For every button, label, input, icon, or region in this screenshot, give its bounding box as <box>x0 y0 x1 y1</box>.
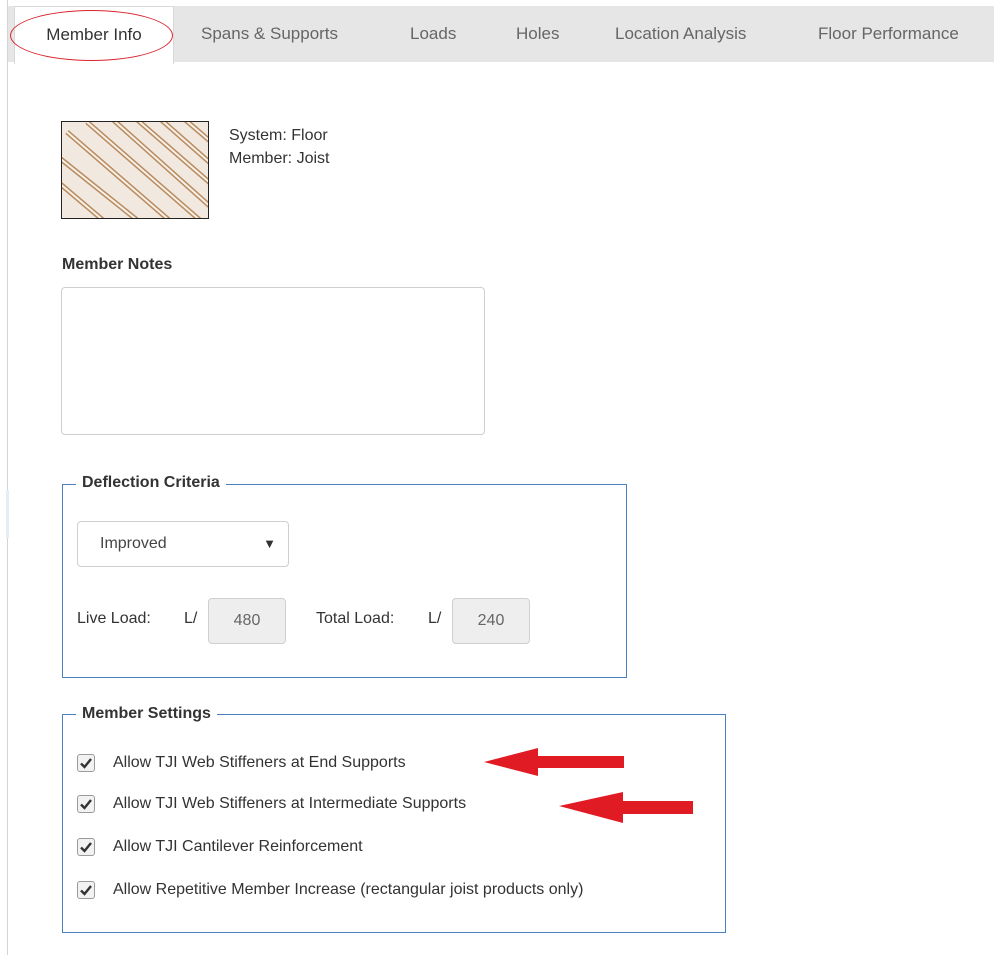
checkbox-end-supports[interactable] <box>77 754 95 772</box>
checkbox-label: Allow TJI Web Stiffeners at Intermediate… <box>113 795 467 812</box>
live-load-label: Live Load: <box>77 610 151 627</box>
total-load-prefix: L/ <box>428 610 442 627</box>
checkbox-label: Allow TJI Cantilever Reinforcement <box>113 838 363 855</box>
left-scroll-indicator <box>6 490 9 538</box>
live-load-input[interactable]: 480 <box>208 598 286 644</box>
live-load-prefix: L/ <box>184 610 198 627</box>
checkbox-intermediate-supports[interactable] <box>77 795 95 813</box>
deflection-criteria-legend: Deflection Criteria <box>76 473 226 493</box>
member-info: System: Floor Member: Joist <box>229 124 329 170</box>
tab-spans-supports[interactable]: Spans & Supports <box>201 6 338 62</box>
tab-member-info[interactable]: Member Info <box>14 6 174 64</box>
joist-image <box>61 121 209 219</box>
checkmark-icon <box>80 842 92 853</box>
member-notes-textarea[interactable] <box>61 287 485 435</box>
member-label: Member: Joist <box>229 150 330 167</box>
checkmark-icon <box>80 758 92 769</box>
checkmark-icon <box>80 885 92 896</box>
checkbox-label: Allow Repetitive Member Increase (rectan… <box>113 881 584 898</box>
tab-loads[interactable]: Loads <box>410 6 456 62</box>
tab-floor-performance[interactable]: Floor Performance <box>818 6 959 62</box>
checkbox-label: Allow TJI Web Stiffeners at End Supports <box>113 754 406 771</box>
deflection-criteria-group <box>62 484 627 678</box>
member-notes-heading: Member Notes <box>62 256 173 273</box>
deflection-select-value: Improved <box>100 535 167 552</box>
deflection-select[interactable]: Improved ▼ <box>77 521 289 567</box>
checkmark-icon <box>80 799 92 810</box>
checkbox-repetitive-member-increase[interactable] <box>77 881 95 899</box>
red-arrow-icon <box>484 748 624 776</box>
member-settings-legend: Member Settings <box>76 704 217 724</box>
total-load-label: Total Load: <box>316 610 395 627</box>
caret-down-icon: ▼ <box>263 536 276 551</box>
system-label: System: Floor <box>229 127 328 144</box>
tab-location-analysis[interactable]: Location Analysis <box>615 6 746 62</box>
checkbox-cantilever-reinforcement[interactable] <box>77 838 95 856</box>
red-arrow-icon <box>559 792 693 823</box>
left-border <box>7 0 8 955</box>
tab-holes[interactable]: Holes <box>516 6 559 62</box>
total-load-input[interactable]: 240 <box>452 598 530 644</box>
